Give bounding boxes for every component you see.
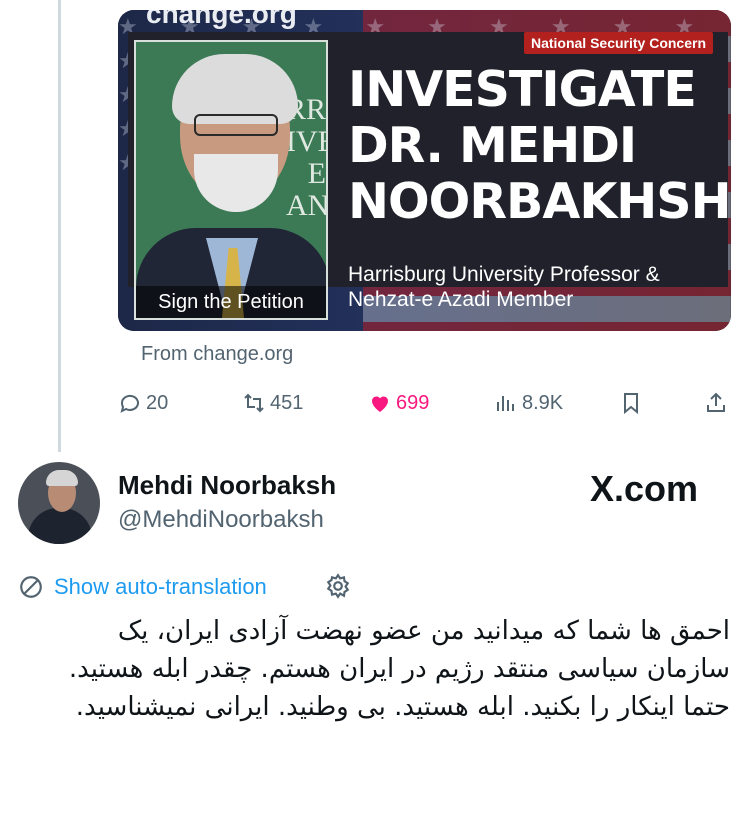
reply-text: احمق ها شما که میدانید من عضو نهضت آزادی… (68, 616, 730, 722)
repost-icon (244, 393, 264, 413)
avatar[interactable] (18, 462, 100, 544)
heart-icon (372, 396, 388, 412)
views-icon (497, 396, 514, 411)
gear-icon[interactable] (325, 573, 351, 599)
repost-action[interactable]: 451 (242, 388, 303, 418)
author-handle[interactable]: @MehdiNoorbaksh (118, 506, 324, 534)
concern-badge: National Security Concern (523, 32, 713, 54)
glasses (194, 114, 278, 136)
views-action[interactable]: 8.9K (494, 388, 563, 418)
card-subtitle: Harrisburg University Professor & Nehzat… (348, 263, 660, 311)
thread-line (58, 0, 61, 452)
link-card[interactable]: ★ ★ ★ ★ ★ ★ ★ ★ ★ ★ ★ ★ ★ ★ ★ ★ ★ ★ ★ ★ … (118, 10, 731, 331)
sign-petition-caption: Sign the Petition (136, 286, 326, 318)
card-brand: change.org (146, 10, 297, 29)
views-count: 8.9K (522, 391, 564, 414)
like-count: 699 (396, 391, 430, 414)
bookmark-action[interactable] (619, 388, 643, 418)
card-headline: INVESTIGATE DR. MEHDI NOORBAKHSH (348, 61, 731, 230)
translation-label: Show auto-translation (54, 574, 267, 599)
like-action[interactable]: 699 (368, 388, 429, 418)
repost-count: 451 (270, 391, 304, 414)
share-action[interactable] (704, 388, 728, 418)
author-name[interactable]: Mehdi Noorbaksh (118, 470, 336, 501)
reply-icon (120, 394, 139, 413)
x-logo-watermark: X.com (590, 468, 699, 509)
portrait-photo: RRIS IVE E AN Sign the Petition (134, 40, 328, 320)
card-source[interactable]: From change.org (141, 343, 293, 366)
translate-icon (20, 576, 42, 598)
show-translation-link[interactable]: Show auto-translation (18, 572, 267, 602)
bookmark-icon (624, 393, 638, 415)
reply-count: 20 (146, 391, 169, 414)
reply-action[interactable]: 20 (118, 388, 168, 418)
share-icon (707, 392, 725, 412)
